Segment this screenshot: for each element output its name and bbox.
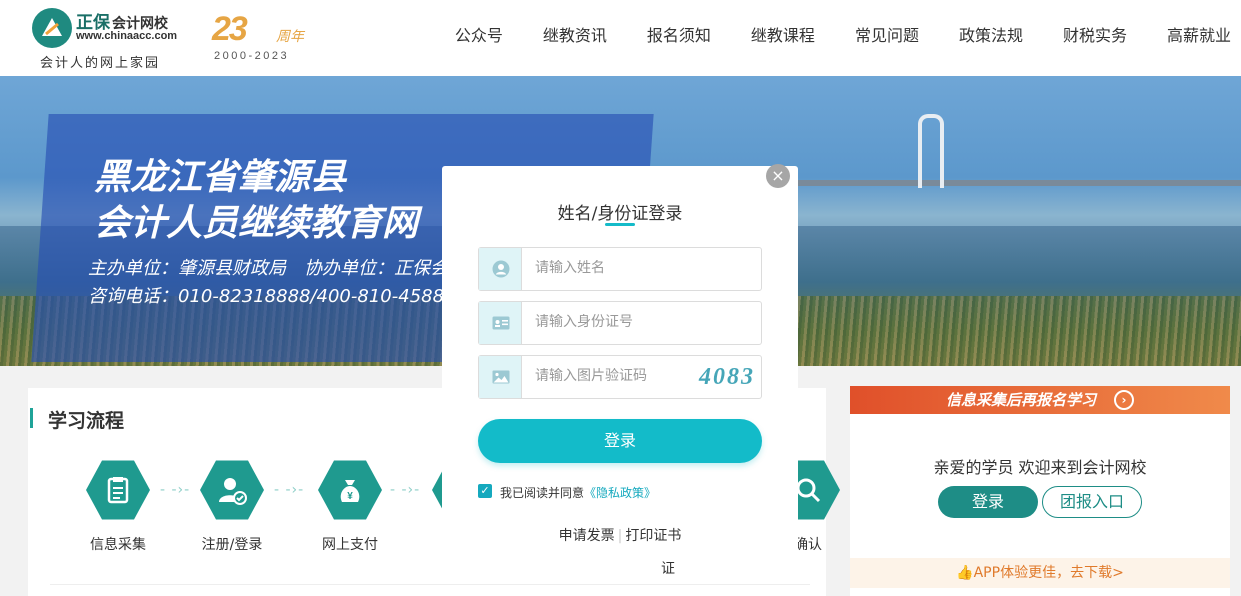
captcha-field: 4083 — [478, 355, 762, 399]
privacy-policy-link[interactable]: 《隐私政策》 — [584, 486, 656, 500]
login-modal: × 姓名/身份证登录 4083 登录 ✓ 我已阅读并同意《隐私政策》 申请发票|… — [442, 164, 798, 561]
login-button[interactable]: 登录 — [478, 419, 762, 463]
captcha-input[interactable] — [535, 368, 685, 384]
agree-text: 我已阅读并同意《隐私政策》 — [500, 484, 656, 501]
image-icon — [479, 356, 522, 398]
captcha-image[interactable]: 4083 — [699, 364, 755, 391]
user-icon — [479, 248, 522, 290]
id-number-input[interactable] — [535, 314, 685, 330]
modal-title-underline — [605, 223, 635, 226]
name-input[interactable] — [535, 260, 685, 276]
invoice-link[interactable]: 申请发票 — [559, 528, 615, 544]
name-field — [478, 247, 762, 291]
modal-footer-links: 申请发票 | 打印证书 — [442, 525, 798, 545]
agree-label: 我已阅读并同意 — [500, 486, 585, 500]
id-card-icon — [479, 302, 522, 344]
link-separator: | — [617, 528, 623, 544]
modal-title: 姓名/身份证登录 — [557, 204, 683, 224]
certificate-link[interactable]: 打印证书 — [625, 528, 681, 544]
id-number-field — [478, 301, 762, 345]
agree-checkbox[interactable]: ✓ — [478, 484, 492, 498]
close-icon[interactable]: × — [766, 164, 790, 188]
